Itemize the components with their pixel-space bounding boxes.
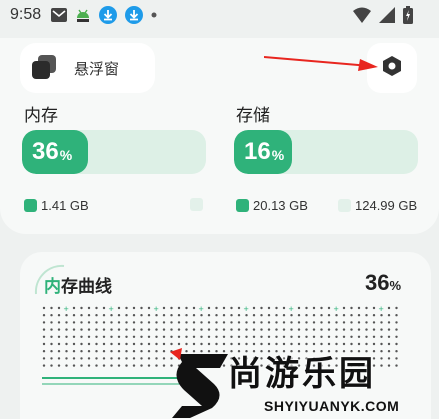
memory-curve-value: 36% [365, 270, 401, 296]
memory-percent: 36 [32, 138, 59, 165]
svg-text:+: + [289, 304, 294, 314]
signal-icon [379, 7, 395, 28]
status-bar: 9:58 [0, 0, 439, 30]
memory-curve-title: 内存曲线 [44, 272, 112, 297]
svg-text:+: + [64, 304, 69, 314]
svg-text:+: + [199, 304, 204, 314]
float-window-button[interactable]: 悬浮窗 [20, 43, 155, 93]
annotation-arrow [264, 56, 378, 71]
dot-icon [151, 12, 157, 18]
svg-text:+: + [379, 304, 384, 314]
status-right [353, 6, 413, 29]
storage-title: 存储 [236, 106, 270, 125]
memory-bar: 36% [22, 130, 206, 174]
memory-curve-title-rest: 存曲线 [61, 277, 112, 296]
wifi-icon [353, 7, 371, 28]
watermark-brand-en: SHYIYUANYK.COM [264, 398, 400, 414]
battery-icon [403, 6, 413, 29]
status-time: 9:58 [10, 6, 42, 23]
download-icon [99, 6, 118, 24]
watermark-brand-cn: 尚游乐园 [228, 355, 376, 393]
mail-icon [51, 8, 68, 22]
total-legend-swatch [338, 199, 351, 212]
svg-text:+: + [109, 304, 114, 314]
memory-used-value: 1.41 GB [41, 198, 89, 213]
storage-total-value: 124.99 GB [355, 198, 418, 213]
storage-bar-fill: 16% [234, 130, 292, 174]
site-watermark: 尚游乐园 SHYIYUANYK.COM [168, 346, 439, 419]
memory-bar-fill: 36% [22, 130, 89, 174]
used-legend-swatch [236, 199, 249, 212]
float-window-icon [32, 55, 58, 81]
memory-curve-percent: 36 [364, 270, 390, 295]
storage-percent: 16 [244, 138, 271, 165]
hexagon-settings-icon [381, 55, 403, 82]
memory-free-legend [190, 198, 207, 211]
memory-used-legend: 1.41 GB [24, 198, 89, 213]
float-window-label: 悬浮窗 [74, 60, 120, 78]
svg-text:+: + [244, 304, 249, 314]
storage-percent-symbol: % [271, 147, 285, 163]
storage-used-legend: 20.13 GB [236, 198, 308, 213]
android-debug-icon [75, 8, 91, 22]
storage-bar: 16% [234, 130, 418, 174]
memory-title: 内存 [24, 106, 58, 125]
watermark-logo-icon [170, 348, 228, 418]
memory-percent-symbol: % [59, 147, 73, 163]
memory-curve-percent-symbol: % [389, 278, 401, 293]
svg-text:+: + [334, 304, 339, 314]
used-legend-swatch [24, 199, 37, 212]
memory-curve-title-highlight: 内 [44, 277, 61, 296]
storage-used-value: 20.13 GB [253, 198, 308, 213]
download-icon [125, 6, 144, 24]
svg-text:+: + [154, 304, 159, 314]
free-legend-swatch [190, 198, 203, 211]
storage-total-legend: 124.99 GB [338, 198, 417, 213]
